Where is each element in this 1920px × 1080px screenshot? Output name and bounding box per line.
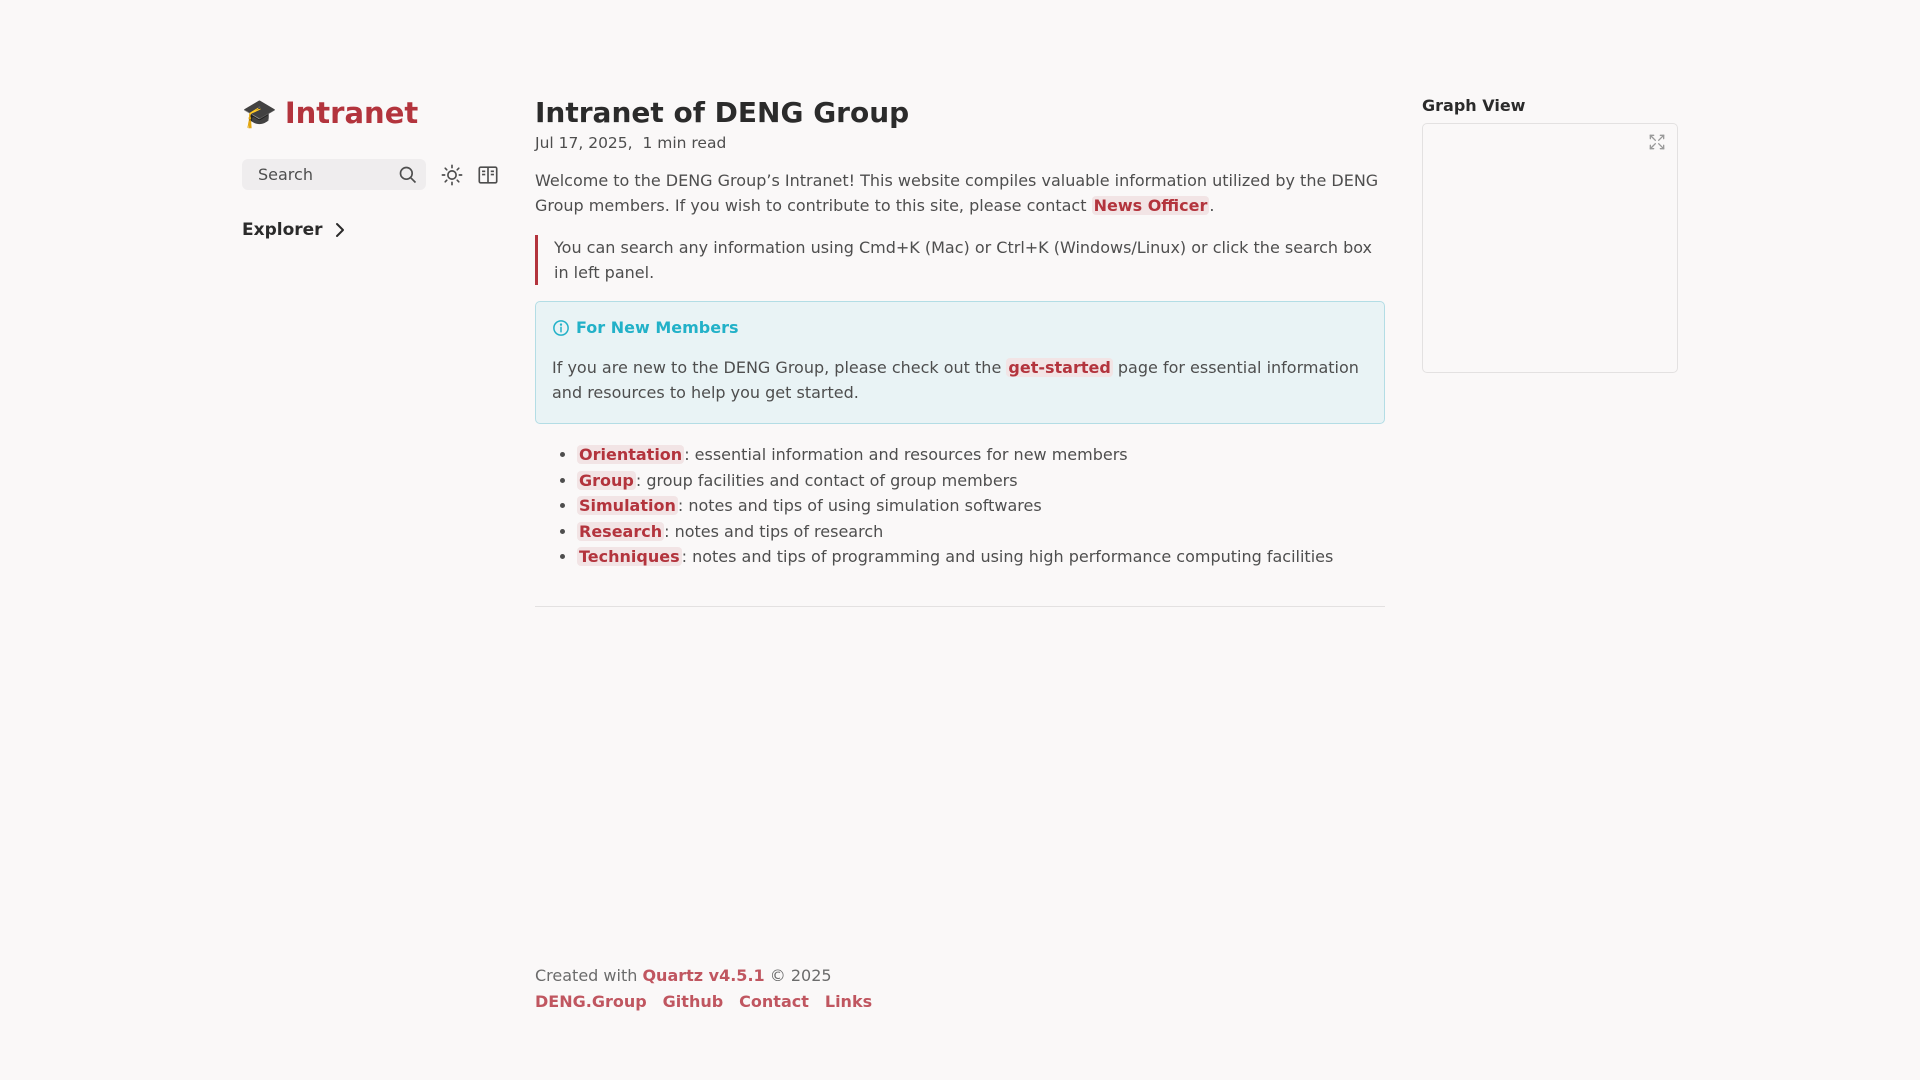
intro-paragraph: Welcome to the DENG Group’s Intranet! Th… bbox=[535, 168, 1385, 218]
info-icon bbox=[553, 319, 569, 336]
theme-toggle-button[interactable] bbox=[440, 163, 464, 187]
footer: Created with Quartz v4.5.1 © 2025 DENG.G… bbox=[535, 966, 872, 1011]
explorer-toggle[interactable]: Explorer bbox=[242, 220, 502, 240]
quartz-link[interactable]: Quartz v4.5.1 bbox=[642, 966, 764, 985]
callout-title: For New Members bbox=[552, 318, 1368, 337]
simulation-link[interactable]: Simulation bbox=[577, 496, 678, 515]
topic-desc: : notes and tips of programming and usin… bbox=[681, 547, 1334, 566]
toolbar: Search bbox=[242, 159, 502, 190]
get-started-link[interactable]: get-started bbox=[1006, 358, 1113, 377]
topic-desc: : essential information and resources fo… bbox=[684, 445, 1128, 464]
topics-list: Orientation: essential information and r… bbox=[535, 442, 1385, 570]
site-name[interactable]: Intranet bbox=[285, 96, 418, 130]
article-meta: Jul 17, 2025, 1 min read bbox=[535, 134, 1385, 152]
search-label: Search bbox=[258, 165, 313, 184]
footer-link-contact[interactable]: Contact bbox=[739, 992, 809, 1011]
techniques-link[interactable]: Techniques bbox=[577, 547, 682, 566]
article-date: Jul 17, 2025, bbox=[535, 134, 633, 152]
search-icon bbox=[399, 166, 417, 183]
copyright-text: © 2025 bbox=[769, 966, 832, 985]
topic-desc: : notes and tips of research bbox=[664, 521, 884, 541]
graduation-cap-icon: 🎓 bbox=[242, 96, 277, 130]
callout-title-text: For New Members bbox=[576, 318, 739, 337]
topic-desc: : group facilities and contact of group … bbox=[635, 470, 1018, 490]
main-content: Intranet of DENG Group Jul 17, 2025, 1 m… bbox=[535, 96, 1385, 607]
list-item: Research: notes and tips of research bbox=[577, 519, 1385, 545]
page-title: Intranet of DENG Group bbox=[535, 96, 910, 129]
list-item: Group: group facilities and contact of g… bbox=[577, 468, 1385, 494]
group-link[interactable]: Group bbox=[577, 470, 636, 490]
reader-mode-button[interactable] bbox=[476, 163, 500, 187]
footer-link-github[interactable]: Github bbox=[663, 992, 724, 1011]
read-time: 1 min read bbox=[642, 134, 727, 152]
footer-links: DENG.Group Github Contact Links bbox=[535, 992, 872, 1011]
site-title[interactable]: 🎓 Intranet bbox=[242, 96, 502, 130]
explorer-label: Explorer bbox=[242, 220, 323, 240]
page: 🎓 Intranet Search Explorer Intranet of D… bbox=[0, 0, 1920, 1080]
list-item: Techniques: notes and tips of programmin… bbox=[577, 544, 1385, 570]
topic-desc: : notes and tips of using simulation sof… bbox=[677, 496, 1042, 515]
footer-link-links[interactable]: Links bbox=[825, 992, 872, 1011]
callout-text-before: If you are new to the DENG Group, please… bbox=[552, 358, 1002, 377]
new-members-callout: For New Members If you are new to the DE… bbox=[535, 301, 1385, 424]
orientation-link[interactable]: Orientation bbox=[577, 445, 685, 464]
footer-link-deng-group[interactable]: DENG.Group bbox=[535, 992, 647, 1011]
search-tip-quote: You can search any information using Cmd… bbox=[535, 235, 1385, 285]
footer-credit: Created with Quartz v4.5.1 © 2025 bbox=[535, 966, 872, 985]
callout-body: If you are new to the DENG Group, please… bbox=[552, 355, 1368, 405]
created-with-text: Created with bbox=[535, 966, 638, 985]
right-sidebar: Graph View bbox=[1422, 96, 1678, 373]
graph-view[interactable] bbox=[1422, 123, 1678, 373]
search-button[interactable]: Search bbox=[242, 159, 426, 190]
left-sidebar: 🎓 Intranet Search Explorer bbox=[242, 96, 502, 240]
list-item: Orientation: essential information and r… bbox=[577, 442, 1385, 468]
chevron-right-icon bbox=[335, 223, 344, 237]
intro-end: . bbox=[1209, 196, 1215, 215]
book-open-icon bbox=[478, 165, 498, 184]
intro-text: Welcome to the DENG Group’s Intranet! Th… bbox=[535, 171, 1379, 215]
research-link[interactable]: Research bbox=[577, 521, 665, 541]
news-officer-link[interactable]: News Officer bbox=[1091, 196, 1210, 215]
list-item: Simulation: notes and tips of using simu… bbox=[577, 493, 1385, 519]
content-divider bbox=[535, 605, 1385, 607]
expand-graph-icon[interactable] bbox=[1647, 132, 1667, 152]
sun-icon bbox=[441, 164, 463, 185]
graph-view-title: Graph View bbox=[1422, 96, 1526, 115]
